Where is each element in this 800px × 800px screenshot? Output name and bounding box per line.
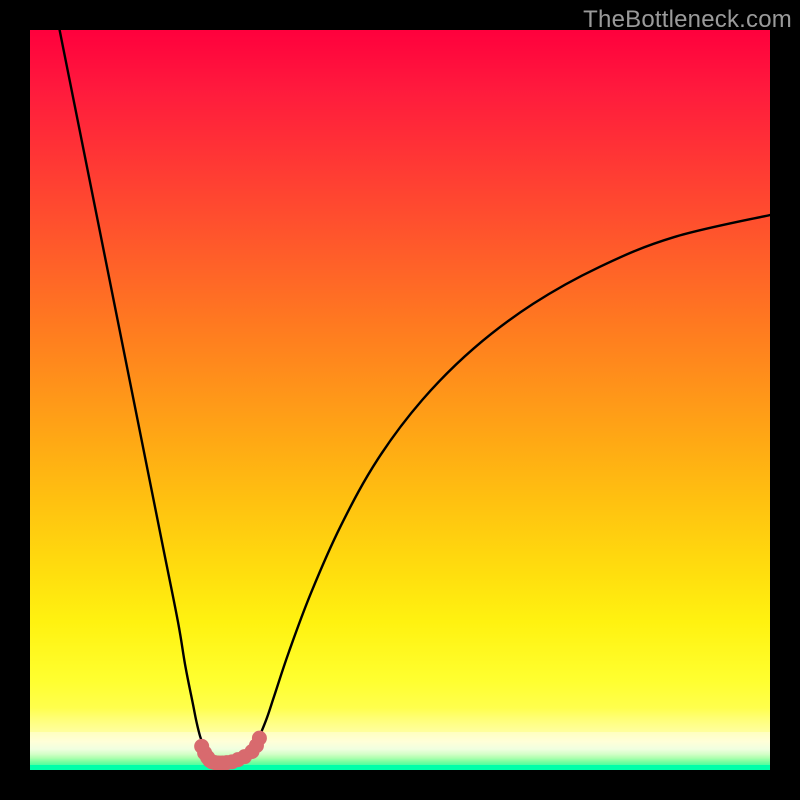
curve-right: [241, 215, 770, 761]
plot-area: [30, 30, 770, 770]
curve-left: [60, 30, 219, 761]
chart-frame: TheBottleneck.com: [0, 0, 800, 800]
trough-marker: [194, 731, 267, 770]
curve-layer: [30, 30, 770, 770]
